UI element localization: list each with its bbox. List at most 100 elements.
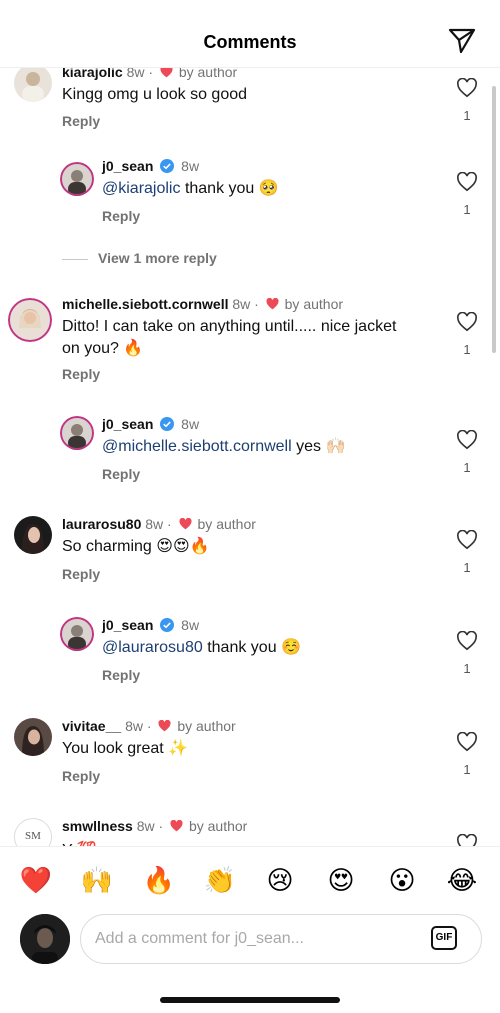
reply-text: thank you ☺️ [207,639,301,656]
reply-button[interactable]: Reply [62,768,100,784]
emoji-surprised-button[interactable]: 😮 [385,863,419,897]
paper-plane-icon[interactable] [447,27,477,55]
reply-text: yes 🙌🏻 [296,438,346,455]
divider [62,258,88,260]
avatar[interactable] [8,298,52,342]
mention-link[interactable]: @laurarosu80 [102,639,203,656]
avatar[interactable] [60,162,94,196]
heart-icon[interactable] [456,834,478,846]
comment-text: Kingg omg u look so good [62,86,248,103]
comment-item: SM smwllness 8w · by author Y 💯 [0,816,500,846]
reply-time: 8w [181,158,200,174]
heart-icon[interactable] [456,172,478,192]
emoji-heart-eyes-button[interactable]: 😍 [324,863,358,897]
heart-icon[interactable] [456,732,478,752]
liked-by-author-label: by author [177,718,236,734]
reply-button[interactable]: Reply [102,667,140,683]
reply-text-line: @kiarajolic thank you 🥺 [102,178,279,200]
reply-button[interactable]: Reply [62,566,100,582]
comment-time: 8w [136,818,155,834]
comments-list[interactable]: kiarajolic 8w · by author Kingg omg u lo… [0,68,500,846]
heart-icon[interactable] [456,430,478,450]
comment-time: 8w [126,68,145,80]
comment-username[interactable]: michelle.siebott.cornwell [62,296,229,312]
mention-link[interactable]: @michelle.siebott.cornwell [102,438,292,455]
reply-item: j0_sean 8w @laurarosu80 thank you ☺️ Rep… [0,615,500,695]
home-indicator [160,997,340,1003]
view-more-label: View 1 more reply [98,250,217,266]
avatar[interactable] [60,617,94,651]
like-count: 1 [463,661,471,676]
comment-time: 8w [145,516,164,532]
page-title: Comments [203,32,297,52]
reply-button[interactable]: Reply [62,113,100,129]
reply-username[interactable]: j0_sean [102,617,153,633]
heart-icon[interactable] [456,631,478,651]
comment-username[interactable]: smwllness [62,818,133,834]
comment-text: So charming 😍😍🔥 [62,538,210,555]
like-count: 1 [463,342,471,357]
emoji-raised-hands-button[interactable]: 🙌 [80,863,114,897]
reply-text-line: @michelle.siebott.cornwell yes 🙌🏻 [102,436,345,458]
avatar[interactable]: SM [14,818,52,846]
mention-link[interactable]: @kiarajolic [102,180,180,197]
author-liked-heart-icon [266,298,279,310]
emoji-laughing-button[interactable]: 😂 [445,863,479,897]
reply-time: 8w [181,416,200,432]
reply-item: j0_sean 8w @michelle.siebott.cornwell ye… [0,414,500,494]
like-count: 1 [463,762,471,777]
quick-emoji-bar: ❤️ 🙌 🔥 👏 😢 😍 😮 😂 [0,846,500,910]
author-liked-heart-icon [158,720,171,732]
heart-icon[interactable] [456,530,478,550]
comment-username[interactable]: kiarajolic [62,68,123,80]
like-count: 1 [463,560,471,575]
reply-text: thank you 🥺 [184,180,279,197]
reply-text-line: @laurarosu80 thank you ☺️ [102,637,301,659]
current-user-avatar[interactable] [20,914,70,964]
view-more-replies-button[interactable]: View 1 more reply [62,250,217,266]
like-count: 1 [463,108,471,123]
like-count: 1 [463,460,471,475]
liked-by-author-label: by author [188,818,248,834]
verified-badge-icon [160,159,175,173]
scrollbar[interactable] [492,86,496,353]
comment-text: You look great ✨ [62,740,189,757]
reply-button[interactable]: Reply [62,366,100,382]
comment-item: michelle.siebott.cornwell 8w · by author… [0,296,500,396]
gif-button[interactable]: GIF [431,926,457,950]
liked-by-author-label: by author [197,516,256,532]
comment-composer: GIF [0,910,500,970]
reply-username[interactable]: j0_sean [102,416,153,432]
comment-input[interactable] [80,914,482,964]
avatar[interactable] [60,416,94,450]
reply-button[interactable]: Reply [102,208,140,224]
verified-badge-icon [160,417,175,431]
emoji-heart-button[interactable]: ❤️ [19,863,53,897]
comment-text-line-2: on you? 🔥 [62,340,144,357]
comment-item: vivitae__ 8w · by author You look great … [0,716,500,796]
avatar[interactable] [14,68,52,102]
author-liked-heart-icon [170,820,183,832]
heart-icon[interactable] [456,312,478,332]
reply-username[interactable]: j0_sean [102,158,153,174]
avatar-logo-text: SM [25,830,41,842]
comment-time: 8w [125,718,143,734]
comment-item: laurarosu80 8w · by author So charming 😍… [0,514,500,594]
emoji-crying-button[interactable]: 😢 [263,863,297,897]
avatar[interactable] [14,516,52,554]
comment-username[interactable]: laurarosu80 [62,516,141,532]
emoji-fire-button[interactable]: 🔥 [142,863,176,897]
author-liked-heart-icon [160,68,173,78]
avatar[interactable] [14,718,52,756]
comment-username[interactable]: vivitae__ [62,718,121,734]
reply-item: j0_sean 8w @kiarajolic thank you 🥺 Reply… [0,158,500,242]
liked-by-author-label: by author [284,296,344,312]
author-liked-heart-icon [179,518,192,530]
heart-icon[interactable] [456,78,478,98]
reply-time: 8w [181,617,200,633]
reply-button[interactable]: Reply [102,466,140,482]
comment-text-line-1: Ditto! I can take on anything until.....… [62,318,397,335]
liked-by-author-label: by author [178,68,238,80]
emoji-clap-button[interactable]: 👏 [203,863,237,897]
like-count: 1 [463,202,471,217]
